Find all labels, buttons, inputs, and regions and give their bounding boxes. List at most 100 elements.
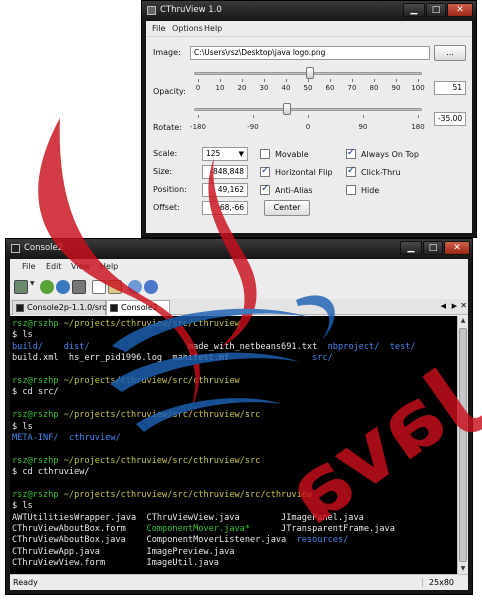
always-on-top-checkbox[interactable] (346, 147, 356, 159)
cthruview-titlebar[interactable]: CThruView 1.0 ▁ □ ✕ (142, 1, 476, 21)
terminal-text: dist/ (63, 341, 90, 352)
scale-combobox[interactable]: 125 ▼ (202, 147, 248, 161)
terminal-text: ~/projects/cthruview/src/cthruview/src (63, 410, 261, 421)
terminal-text: $ cd cthruview/ (12, 467, 90, 478)
copy-icon[interactable] (92, 280, 106, 294)
offset-label: Offset: (153, 203, 180, 212)
slider-tick-label: 90 (358, 123, 368, 131)
position-label: Position: (153, 185, 187, 194)
app-icon (147, 6, 156, 15)
console-close-button[interactable]: ✕ (444, 241, 470, 255)
back-arrow-icon[interactable] (40, 280, 54, 294)
console-menu-edit[interactable]: Edit (46, 262, 62, 271)
slider-tick (308, 79, 309, 82)
paste-icon[interactable] (108, 280, 122, 294)
menu-options[interactable]: Options (172, 24, 203, 33)
opacity-slider[interactable]: 0 10 20 30 40 50 60 70 80 90 100 (190, 65, 426, 105)
click-thru-label: Click-Thru (361, 168, 401, 177)
console-tab-icon (110, 304, 118, 312)
console-minimize-button[interactable]: ▁ (400, 241, 422, 255)
terminal-text: ComponentMover.java* (146, 524, 251, 535)
menu-file[interactable]: File (152, 24, 165, 33)
terminal-text: nbproject/ (327, 341, 380, 352)
position-field[interactable]: 49,162 (202, 183, 248, 197)
browse-button[interactable]: ... (434, 45, 466, 61)
image-label: Image: (153, 48, 181, 57)
maximize-button[interactable]: □ (426, 3, 446, 17)
terminal-text: JTransparentFrame.java (250, 524, 395, 535)
console-menu-view[interactable]: View (71, 262, 90, 271)
tab-close-icon[interactable]: ✕ (460, 301, 467, 310)
terminal-text: ~/projects/cthruview/src/cthruview (63, 319, 240, 329)
cthruview-window: CThruView 1.0 ▁ □ ✕ File Options Help Im… (141, 0, 477, 238)
rotate-slider-thumb[interactable] (282, 103, 291, 115)
slider-tick (418, 79, 419, 82)
slider-tick (374, 79, 375, 82)
slider-tick-label: 40 (281, 84, 291, 92)
slider-tick (330, 79, 331, 82)
terminal-text: test/ (389, 341, 416, 352)
terminal-text: rsz@rszhp (12, 455, 64, 466)
hide-checkbox[interactable] (346, 185, 356, 195)
console-maximize-button[interactable]: □ (423, 241, 443, 255)
tab-scroll-left-icon[interactable]: ◀ (441, 302, 446, 310)
slider-tick (220, 79, 221, 82)
tab-console2[interactable]: Console2 (106, 300, 170, 315)
opacity-slider-thumb[interactable] (306, 67, 315, 79)
terminal-text: CThruViewApp.java ImagePreview.java (12, 546, 235, 557)
help-icon[interactable] (144, 280, 158, 294)
minimize-button[interactable]: ▁ (403, 3, 425, 17)
slider-tick-label: 80 (369, 84, 379, 92)
terminal-line: CThruViewAboutBox.java ComponentMoverLis… (12, 535, 457, 546)
rotate-slider[interactable]: -180 -90 0 90 180 (190, 101, 426, 133)
scale-value: 125 (206, 149, 221, 158)
scrollbar-thumb[interactable] (459, 328, 467, 562)
chevron-down-icon[interactable]: ▼ (30, 280, 36, 294)
cthruview-menubar: File Options Help (146, 21, 472, 37)
terminal-scrollbar[interactable]: ▲ ▼ (457, 316, 468, 574)
image-path-field[interactable]: C:\Users\rsz\Desktop\java logo.png (190, 46, 430, 60)
close-button[interactable]: ✕ (447, 3, 473, 17)
movable-checkbox[interactable] (260, 149, 270, 159)
terminal-text: build/ (12, 341, 44, 352)
console2-window: Console2 ▁ □ ✕ File Edit View Help ▼ Con… (5, 238, 473, 595)
tab-console2p-src[interactable]: Console2p-1.1.0/src (12, 300, 107, 315)
console-menu-file[interactable]: File (22, 262, 35, 271)
slider-tick (418, 115, 419, 118)
center-button[interactable]: Center (264, 200, 310, 216)
console-toolbar: ▼ (10, 277, 468, 297)
slider-tick-label: -180 (190, 123, 206, 131)
new-tab-icon[interactable] (14, 280, 28, 294)
console-tab-icon (16, 304, 24, 312)
menu-help[interactable]: Help (204, 24, 222, 33)
offset-field[interactable]: -68,-66 (202, 201, 248, 215)
console2-title: Console2 (24, 243, 64, 253)
forward-arrow-icon[interactable] (56, 280, 70, 294)
terminal-line: AWTUtilitiesWrapper.java CThruViewView.j… (12, 513, 457, 524)
terminal-line: build/ dist/ made_with_netbeans691.txt n… (12, 342, 457, 353)
slider-tick-label: 60 (325, 84, 335, 92)
click-thru-checkbox[interactable] (346, 165, 356, 177)
info-icon[interactable] (128, 280, 142, 294)
terminal-text: rsz@rszhp (12, 375, 64, 386)
console2-titlebar[interactable]: Console2 ▁ □ ✕ (6, 239, 472, 259)
terminal-output[interactable]: rsz@rszhp ~/projects/cthruview/src/cthru… (10, 316, 457, 574)
slider-tick (198, 79, 199, 82)
size-field[interactable]: 848,848 (202, 165, 248, 179)
tab-scroll-right-icon[interactable]: ▶ (452, 302, 457, 310)
anti-alias-checkbox[interactable] (260, 183, 270, 195)
terminal-text: cthruview/ (68, 432, 121, 443)
opacity-value-field[interactable]: 51 (434, 81, 466, 95)
horizontal-flip-checkbox[interactable] (260, 165, 270, 177)
console-menu-help[interactable]: Help (100, 262, 118, 271)
terminal-text: $ ls (12, 501, 33, 512)
cthruview-title: CThruView 1.0 (160, 5, 222, 15)
scroll-down-icon[interactable]: ▼ (458, 564, 468, 574)
slider-tick (253, 115, 254, 118)
settings-icon[interactable] (72, 280, 86, 294)
scroll-up-icon[interactable]: ▲ (458, 316, 468, 326)
rotate-value-field[interactable]: -35.00 (434, 112, 466, 126)
console-size-indicator: 25x80 (421, 578, 454, 587)
